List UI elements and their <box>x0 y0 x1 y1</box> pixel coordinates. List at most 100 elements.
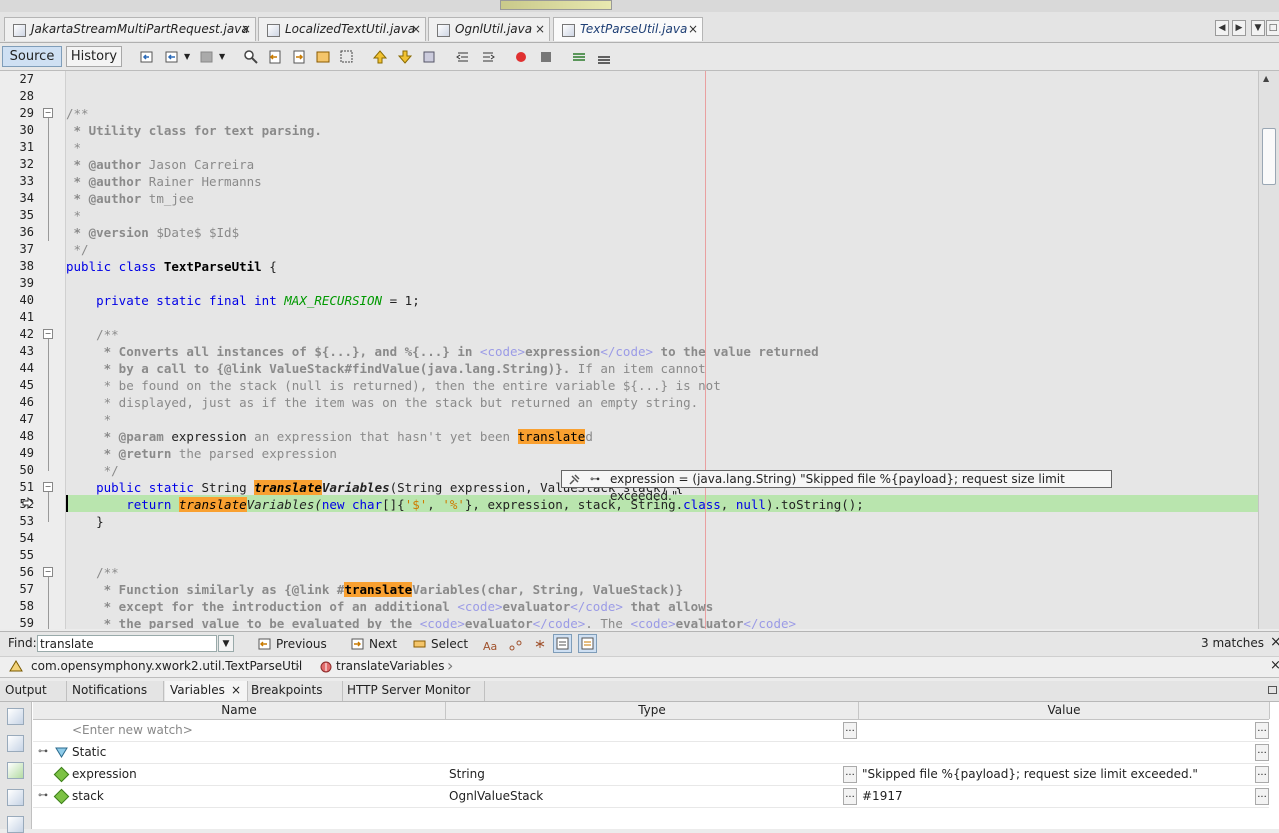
tab-breakpoints[interactable]: Breakpoints <box>246 681 343 701</box>
memory-gauge[interactable] <box>500 0 612 10</box>
next-bookmark-icon[interactable] <box>397 49 413 65</box>
line-number: 59 <box>19 616 34 629</box>
close-icon[interactable]: × <box>1270 658 1279 673</box>
edit-type-button[interactable]: ... <box>843 722 857 739</box>
edit-value-button[interactable]: ... <box>1255 722 1269 739</box>
scroll-tabs-left-icon[interactable]: ◀ <box>1215 20 1229 36</box>
previous-bookmark-icon[interactable] <box>372 49 388 65</box>
regex-icon[interactable] <box>532 638 548 652</box>
show-formatters-icon[interactable] <box>7 735 24 752</box>
code-editor[interactable]: 27 28 29 30 31 32 33 34 35 36 37 38 39 4… <box>0 71 1279 629</box>
code-line: * <box>66 208 82 223</box>
find-next-button[interactable]: Next <box>351 636 397 652</box>
start-macro-recording-icon[interactable] <box>513 49 529 65</box>
match-case-icon[interactable]: Aa <box>483 638 499 652</box>
close-icon[interactable]: × <box>1270 634 1279 650</box>
source-view-button[interactable]: Source <box>2 46 62 67</box>
close-icon[interactable]: × <box>688 18 698 40</box>
find-icon[interactable] <box>243 49 259 65</box>
column-header-value[interactable]: Value <box>859 702 1270 719</box>
find-bar: Find: translate ▼ Previous Next Select A… <box>0 631 1279 656</box>
uncomment-icon[interactable] <box>596 49 612 65</box>
line-number-gutter[interactable]: 27 28 29 30 31 32 33 34 35 36 37 38 39 4… <box>0 71 66 629</box>
variable-value[interactable]: #1917 <box>862 785 903 807</box>
history-view-button[interactable]: History <box>66 46 122 67</box>
breadcrumb-class[interactable]: com.opensymphony.xwork2.util.TextParseUt… <box>31 659 302 673</box>
toggle-highlight-icon[interactable] <box>315 49 331 65</box>
code-line: public class TextParseUtil { <box>66 259 277 274</box>
column-header-type[interactable]: Type <box>446 702 859 719</box>
edit-value-button[interactable]: ... <box>1255 744 1269 761</box>
variable-value[interactable]: "Skipped file %{payload}; request size l… <box>862 763 1198 785</box>
table-row[interactable]: <Enter new watch> ... ... <box>33 719 1269 742</box>
column-header-name[interactable]: Name <box>33 702 446 719</box>
close-icon[interactable]: × <box>535 18 545 40</box>
variable-value-tooltip[interactable]: ⊶ expression = (java.lang.String) "Skipp… <box>561 470 1112 503</box>
find-previous-button[interactable]: Previous <box>258 636 327 652</box>
expand-node-icon[interactable]: ⊶ <box>38 785 48 807</box>
edit-type-button[interactable]: ... <box>843 766 857 783</box>
edit-value-button[interactable]: ... <box>1255 766 1269 783</box>
tab-text-parse-util[interactable]: TextParseUtil.java × <box>553 17 703 41</box>
fold-collapse-icon[interactable]: − <box>43 482 53 492</box>
tab-localized-text-util[interactable]: LocalizedTextUtil.java × <box>258 17 426 41</box>
edit-value-button[interactable]: ... <box>1255 788 1269 805</box>
tab-output[interactable]: Output <box>0 681 67 701</box>
close-icon[interactable]: × <box>411 18 421 40</box>
tab-list-dropdown-icon[interactable]: ▼ <box>1251 20 1265 36</box>
back-icon[interactable] <box>164 49 180 65</box>
show-static-icon[interactable] <box>7 762 24 779</box>
table-row[interactable]: ⊶ Static ... <box>33 741 1269 764</box>
find-select-button[interactable]: Select <box>413 636 468 652</box>
chevron-down-icon[interactable]: ▼ <box>219 52 225 61</box>
forward-icon[interactable] <box>199 49 215 65</box>
new-watch-placeholder[interactable]: <Enter new watch> <box>72 719 193 741</box>
pin-icon[interactable] <box>568 474 580 485</box>
comment-icon[interactable] <box>571 49 587 65</box>
last-edit-icon[interactable] <box>139 49 155 65</box>
tab-ognl-util[interactable]: OgnlUtil.java × <box>428 17 550 41</box>
fold-collapse-icon[interactable]: − <box>43 108 53 118</box>
tab-label: JakartaStreamMultiPartRequest.java <box>31 22 249 36</box>
table-row[interactable]: ⊶ stack OgnlValueStack ... #1917 ... <box>33 785 1269 808</box>
scrollbar-thumb[interactable] <box>1262 128 1276 185</box>
close-icon[interactable]: × <box>241 18 251 40</box>
rectangular-selection-icon[interactable] <box>339 49 355 65</box>
evaluate-icon[interactable] <box>7 816 24 833</box>
table-row[interactable]: expression String ... "Skipped file %{pa… <box>33 763 1269 786</box>
expand-icon[interactable]: ⊶ <box>590 471 600 488</box>
whole-words-icon[interactable] <box>508 638 524 652</box>
stop-macro-recording-icon[interactable] <box>538 49 554 65</box>
scroll-tabs-right-icon[interactable]: ▶ <box>1232 20 1246 36</box>
find-next-icon[interactable] <box>291 49 307 65</box>
find-previous-icon[interactable] <box>267 49 283 65</box>
wrap-around-toggle[interactable] <box>578 634 597 653</box>
toggle-bookmark-icon[interactable] <box>421 49 437 65</box>
tab-jakarta-stream[interactable]: JakartaStreamMultiPartRequest.java × <box>4 17 256 41</box>
scroll-up-icon[interactable]: ▲ <box>1263 74 1269 83</box>
chevron-down-icon[interactable]: ▼ <box>184 52 190 61</box>
new-watch-icon[interactable] <box>7 708 24 725</box>
find-input[interactable]: translate <box>37 635 217 652</box>
tab-variables[interactable]: Variables × <box>165 681 248 701</box>
code-line: /** <box>66 106 89 121</box>
tab-http-server-monitor[interactable]: HTTP Server Monitor <box>342 681 485 701</box>
editor-toolbar: Source History ▼ ▼ <box>0 43 1279 71</box>
close-icon[interactable]: × <box>231 681 241 700</box>
shift-right-icon[interactable] <box>480 49 496 65</box>
shift-left-icon[interactable] <box>455 49 471 65</box>
expand-node-icon[interactable]: ⊶ <box>38 741 48 763</box>
line-number: 36 <box>19 225 34 239</box>
tab-notifications[interactable]: Notifications <box>67 681 164 701</box>
highlight-results-toggle[interactable] <box>553 634 572 653</box>
editor-vertical-scrollbar[interactable]: ▲ <box>1258 71 1279 629</box>
breadcrumb-method[interactable]: translateVariables <box>336 659 444 673</box>
code-line: * the parsed value to be evaluated by th… <box>66 616 797 629</box>
fold-collapse-icon[interactable]: − <box>43 329 53 339</box>
find-history-dropdown-icon[interactable]: ▼ <box>218 635 234 652</box>
maximize-editor-icon[interactable]: □ <box>1266 20 1279 36</box>
edit-type-button[interactable]: ... <box>843 788 857 805</box>
fold-collapse-icon[interactable]: − <box>43 567 53 577</box>
maximize-window-icon[interactable] <box>1268 686 1277 694</box>
show-inherited-icon[interactable] <box>7 789 24 806</box>
